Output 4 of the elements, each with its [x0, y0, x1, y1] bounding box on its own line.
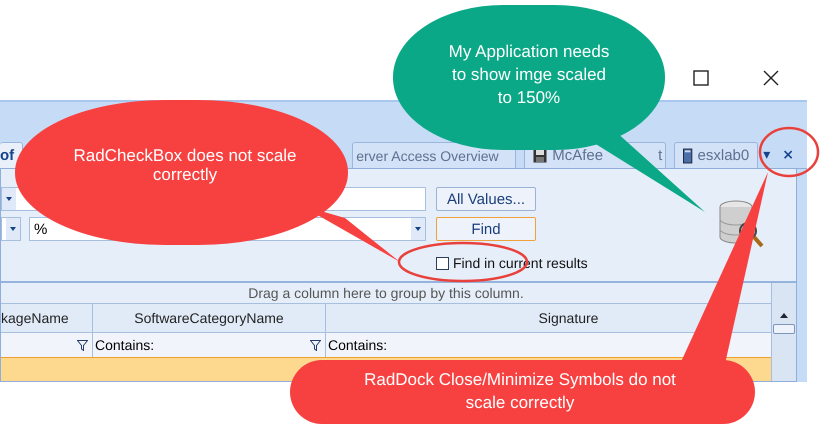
group-panel-hint: Drag a column here to group by this column. [247, 284, 525, 303]
callout-tooltip-text: My Application needs to show imge scaled to 150% [448, 41, 610, 109]
callout-tooltip-text: RadDock Close/Minimize Symbols do not scale correctly [363, 369, 677, 414]
callout-tooltip-text: RadCheckBox does not scale correctly [72, 146, 298, 184]
